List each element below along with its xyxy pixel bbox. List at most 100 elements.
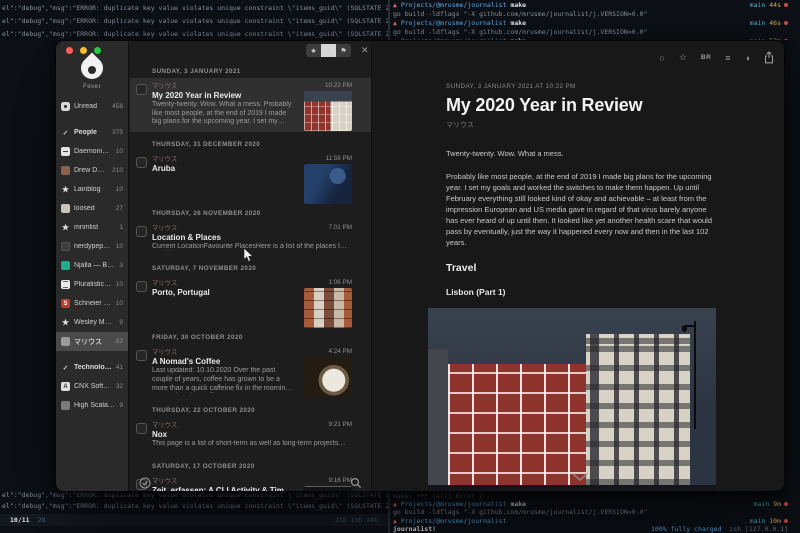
shell-host: zsh [127.0.0.1] bbox=[729, 525, 788, 533]
date-header: Thursday, 26 November 2020 bbox=[152, 210, 371, 217]
prompt-command: make bbox=[510, 500, 526, 508]
list-item[interactable]: マリウス Porto, Portugal 1:06 PM bbox=[130, 275, 371, 325]
list-item[interactable]: マリウス A Nomad's Coffee Last updated: 10.1… bbox=[130, 344, 371, 398]
item-time: 9:21 PM bbox=[329, 421, 352, 428]
feed-label: CNX Software – Emb… bbox=[74, 383, 112, 390]
search-icon[interactable] bbox=[350, 477, 362, 489]
item-title: Nox bbox=[152, 430, 351, 439]
sidebar-group-technology[interactable]: ✓ Technology 41 bbox=[56, 358, 128, 377]
read-checkbox[interactable] bbox=[136, 157, 147, 168]
read-checkbox[interactable] bbox=[136, 226, 147, 237]
fever-window: Fever Unread 458 ✓ People 375 Daemonic D… bbox=[55, 40, 785, 492]
item-time: 1:06 PM bbox=[329, 279, 352, 286]
group-chevron-icon: ✓ bbox=[61, 129, 70, 137]
article-source: マリウス bbox=[446, 120, 718, 130]
read-checkbox[interactable] bbox=[136, 281, 147, 292]
git-branch: main bbox=[750, 19, 766, 27]
item-time: 4:24 PM bbox=[329, 348, 352, 355]
read-checkbox[interactable] bbox=[136, 84, 147, 95]
unread-count: 10 bbox=[116, 243, 123, 250]
read-checkbox[interactable] bbox=[136, 423, 147, 434]
sidebar-item-feed[interactable]: Schneier on Security 10 bbox=[56, 294, 128, 313]
unread-icon bbox=[61, 102, 70, 111]
item-time: 11:59 PM bbox=[326, 155, 353, 162]
prompt-path: Projects/@mrusme/journalist bbox=[401, 500, 507, 508]
item-preview: This page is a list of short-term as wel… bbox=[152, 440, 351, 449]
article-title: My 2020 Year in Review bbox=[446, 95, 718, 116]
prompt-path: Projects/@mrusme/journalist bbox=[401, 517, 507, 525]
git-branch: main bbox=[754, 500, 770, 508]
unread-count: 9 bbox=[119, 402, 123, 409]
minimize-window-button[interactable] bbox=[80, 47, 87, 54]
item-source: マリウス bbox=[152, 347, 295, 356]
article-toolbar: ○ ☆ BR ≡ ◑ bbox=[659, 51, 774, 64]
git-branch: main bbox=[750, 517, 766, 525]
item-thumbnail bbox=[304, 164, 352, 204]
mark-unread-icon[interactable]: ○ bbox=[659, 53, 664, 63]
battery-status: 100% fully charged bbox=[651, 525, 721, 533]
reader-view-icon[interactable]: ≡ bbox=[725, 53, 730, 63]
star-favicon bbox=[61, 223, 70, 232]
terminal-log-line: el":"debug","msg":"ERROR: duplicate key … bbox=[2, 2, 388, 15]
appearance-toggle-icon[interactable]: ◑ bbox=[745, 53, 750, 63]
list-item[interactable]: マリウス Aruba 11:59 PM bbox=[130, 151, 371, 201]
sidebar-item-feed[interactable]: Lainblog 10 bbox=[56, 180, 128, 199]
sidebar-item-feed-selected[interactable]: マリウス 62 bbox=[56, 332, 128, 351]
terminal-pane-divider bbox=[388, 0, 390, 40]
feed-favicon bbox=[61, 147, 70, 156]
sidebar-item-feed[interactable]: High Scalability 9 bbox=[56, 396, 128, 415]
sidebar-item-feed[interactable]: Daemonic Dispatches 10 bbox=[56, 142, 128, 161]
article-entries: Sunday, 3 January 2021 マリウス My 2020 Year… bbox=[130, 59, 371, 492]
unread-count: 10 bbox=[116, 300, 123, 307]
sidebar-group-people[interactable]: ✓ People 375 bbox=[56, 123, 128, 142]
close-icon[interactable]: ✕ bbox=[361, 45, 369, 56]
zoom-window-button[interactable] bbox=[94, 47, 101, 54]
date-header: Thursday, 31 December 2020 bbox=[152, 141, 371, 148]
feed-favicon bbox=[61, 166, 70, 175]
exit-status-dot bbox=[784, 21, 788, 25]
item-source: マリウス bbox=[152, 81, 295, 90]
unread-count: 1 bbox=[119, 224, 123, 231]
filter-unread-button[interactable]: ● bbox=[321, 44, 336, 57]
unread-count: 10 bbox=[116, 186, 123, 193]
sidebar-item-feed[interactable]: nerdypepper's µblog 10 bbox=[56, 237, 128, 256]
feed-label: loosed bbox=[74, 205, 112, 212]
group-chevron-icon: ✓ bbox=[61, 364, 70, 372]
read-checkbox[interactable] bbox=[136, 350, 147, 361]
sidebar-item-unread[interactable]: Unread 458 bbox=[56, 97, 128, 116]
sidebar-item-feed[interactable]: Pluralistic: Daily links… 10 bbox=[56, 275, 128, 294]
sidebar-item-feed[interactable]: mnmlist 1 bbox=[56, 218, 128, 237]
filter-starred-button[interactable]: ★ bbox=[306, 44, 321, 57]
star-favicon bbox=[61, 185, 70, 194]
list-item-selected[interactable]: マリウス My 2020 Year in Review Twenty-twent… bbox=[130, 78, 371, 132]
list-item[interactable]: マリウス Nox This page is a list of short-te… bbox=[130, 417, 371, 454]
sidebar-item-feed[interactable]: Drew DeVault's blog 210 bbox=[56, 161, 128, 180]
build-command-line: go build -ldflags "-X github.com/mrusme/… bbox=[393, 28, 788, 37]
mark-all-read-icon[interactable] bbox=[139, 477, 151, 489]
share-icon[interactable] bbox=[764, 51, 774, 64]
feed-label: Lainblog bbox=[74, 186, 112, 193]
feed-sidebar: Fever Unread 458 ✓ People 375 Daemonic D… bbox=[56, 41, 129, 491]
sidebar-item-feed[interactable]: Njalla — Blog 3 bbox=[56, 256, 128, 275]
unread-count: 3 bbox=[119, 262, 123, 269]
close-window-button[interactable] bbox=[66, 47, 73, 54]
window-controls bbox=[66, 47, 101, 54]
star-outline-icon[interactable]: ☆ bbox=[679, 52, 687, 63]
expand-chevron-down-icon[interactable] bbox=[572, 468, 588, 486]
article-photo-lisbon bbox=[428, 308, 716, 492]
sidebar-item-feed[interactable]: loosed 27 bbox=[56, 199, 128, 218]
git-branch: main bbox=[750, 1, 766, 9]
open-in-browser-icon[interactable]: BR bbox=[701, 54, 711, 61]
feed-favicon bbox=[61, 280, 70, 289]
unread-count: 375 bbox=[112, 129, 123, 136]
feed-label: High Scalability bbox=[74, 402, 115, 409]
duration: 46s bbox=[769, 19, 781, 27]
date-header: Thursday, 22 October 2020 bbox=[152, 407, 371, 414]
sidebar-item-feed[interactable]: Wesley Moore 9 bbox=[56, 313, 128, 332]
filter-flagged-button[interactable]: ⚑ bbox=[336, 44, 351, 57]
terminal-prompt-line: ▲ Projects/@mrusme/journalist make main … bbox=[393, 1, 788, 10]
sidebar-item-feed[interactable]: CNX Software – Emb… 32 bbox=[56, 377, 128, 396]
terminal-build-pane: ▲ Projects/@mrusme/journalist make main … bbox=[393, 1, 788, 40]
dot-icon: ● bbox=[321, 47, 336, 54]
exit-status-dot bbox=[784, 39, 788, 40]
